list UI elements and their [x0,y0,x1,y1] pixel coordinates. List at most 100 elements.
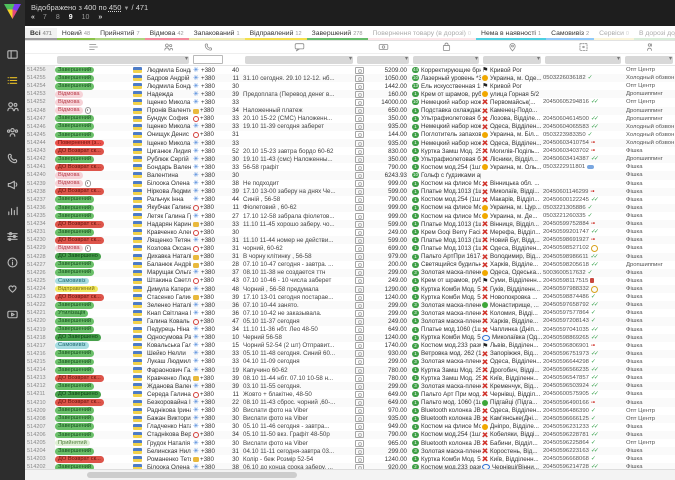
payment-cell[interactable]: 780.00 [355,367,411,374]
order-status-cell[interactable]: Завершений [55,156,131,163]
order-comment[interactable]: 20.10 15-22 (СМС) Наложенн... [243,115,355,122]
ttn-cell[interactable]: 20450603410754-• [543,140,623,146]
client-phone[interactable]: +380 [191,180,225,187]
stats-icon[interactable] [6,204,19,217]
order-id[interactable]: 514244 [25,139,55,147]
delivery-cell[interactable]: Новий Буг, Відд... [481,237,543,244]
order-status-cell[interactable]: Відмова [55,172,131,179]
support-icon[interactable] [6,282,19,295]
client-name[interactable]: Ральчук Інна [145,196,191,203]
client-phone[interactable]: +380 [191,342,225,349]
products-cell[interactable]: 10Лазерный уровень *3196* (1шт... [411,75,481,82]
order-id[interactable]: 514211 [25,390,55,398]
order-id[interactable]: 514209 [25,407,55,415]
table-row[interactable]: 514229 Відмова Козлова Оксана +380 31 чо… [25,244,675,252]
page-9[interactable]: 9 [69,14,73,21]
client-name[interactable]: Бундук София [145,115,191,122]
col-phone[interactable] [191,42,225,52]
products-cell[interactable]: 1Светящийся будильник-хамеле... [411,261,481,268]
order-status-cell[interactable]: Відправлений [55,286,131,293]
table-row[interactable]: 514203 ДО Возврат ск... Романенко Тетяна… [25,455,675,463]
client-name[interactable]: Педурець Ніна [145,326,191,333]
table-row[interactable]: 514214 Завершений Фараонович Галина +380… [25,366,675,374]
table-row[interactable]: 514217 Самовивіз Ковальська Галина +380 … [25,342,675,350]
order-id[interactable]: 514217 [25,342,55,350]
client-phone[interactable]: +380 [191,204,225,211]
delivery-cell[interactable]: Львів, Відділен... [481,342,543,349]
tab-Новий[interactable]: Новий48 [57,28,95,40]
payment-cell[interactable]: 299.00 [355,310,411,317]
order-id[interactable]: 514245 [25,131,55,139]
client-phone[interactable]: +380 [191,91,225,98]
table-row[interactable]: 514239 Відмова Білоока Олена Петр... +38… [25,180,675,188]
clients-icon[interactable] [6,100,19,113]
ttn-cell[interactable]: 20450596668068✓ [543,456,623,462]
order-id[interactable]: 514236 [25,204,55,212]
ttn-cell[interactable]: 20450598986611✓✓ [543,254,623,260]
order-comment[interactable]: 05.10 11-37 сегодня [243,318,355,325]
ttn-cell[interactable]: 20450596486390✓ [543,408,623,414]
client-name[interactable]: Іщенко Микола [145,123,191,130]
order-id[interactable]: 514212 [25,382,55,390]
order-id[interactable]: 514226 [25,269,55,277]
client-name[interactable]: Пронів Валентин [145,107,191,114]
ttn-cell[interactable]: 20450604614500✓✓ [543,116,623,122]
table-row[interactable]: 514245 Завершений Онищук Денис Сергі... … [25,131,675,139]
order-status-cell[interactable]: Завершений [55,229,131,236]
client-name[interactable]: Баланюк Андрій [145,261,191,268]
client-name[interactable]: Онищук Денис Сергі... [145,131,191,138]
payment-cell[interactable]: 650.00 [355,107,411,114]
order-comment[interactable]: 11.10 11-36 нбт. Лео 48-50 [243,326,355,333]
products-cell[interactable]: 1Платье Мод.1013 (1шт. х 599.00... [411,237,481,244]
col-client[interactable] [145,42,191,52]
payment-cell[interactable]: 930.00 [355,350,411,357]
order-id[interactable]: 514222 [25,301,55,309]
order-id[interactable]: 514213 [25,374,55,382]
delivery-cell[interactable]: Харків, Відділе... [481,318,543,325]
order-status-cell[interactable]: Завершений [55,196,131,203]
order-status-cell[interactable]: Завершений [55,383,131,390]
payment-cell[interactable]: 935.00 [355,415,411,422]
order-comment[interactable]: Черний 56-58 [243,334,355,341]
order-status-cell[interactable]: ДО Возврат ск... [55,164,131,171]
products-cell[interactable]: 1Ветровка мод. 262 (1шт. х 930.0... [411,350,481,357]
table-row[interactable]: 514226 Завершений Марущак Ольга Іва... +… [25,269,675,277]
client-name[interactable]: Надежда [145,91,191,98]
payment-cell[interactable]: 144.00 [355,131,411,138]
delivery-cell[interactable]: Украина, м. Біл... [481,131,543,138]
products-cell[interactable]: 1Пальто мод. 1060 (1шт. х 649.00... [411,399,481,406]
video-icon[interactable] [6,308,19,321]
payment-cell[interactable]: 200.00 [355,261,411,268]
order-comment[interactable]: 31.10 сегодня. 29.10 12-12. нб... [243,75,355,82]
order-comment[interactable]: Вислати фото на Viber [243,415,355,422]
order-status-cell[interactable]: Завершений [55,123,131,130]
ttn-cell[interactable]: 20450596751973✓✓ [543,351,623,357]
order-id[interactable]: 514220 [25,317,55,325]
products-cell[interactable]: 1Куртка Замш Мод. 250 (1шт. х 7... [411,375,481,382]
delivery-cell[interactable]: Лозова, Відділе... [481,115,543,122]
client-phone[interactable]: +380 [191,294,225,301]
products-cell[interactable]: 1Куртка Комби Мод. 5188 (1шт. х... [411,334,481,341]
tab-Завершений[interactable]: Завершений278 [307,28,368,40]
order-id[interactable]: 514252 [25,98,55,106]
order-id[interactable]: 514235 [25,212,55,220]
order-status-cell[interactable]: Завершений [55,448,131,455]
payment-cell[interactable]: 6243.93 [355,172,411,179]
ttn-cell[interactable]: 0503223983350✓ [543,132,623,138]
order-comment[interactable]: 04.10 11-11 сегодня-завтра 03... [243,448,355,455]
order-status-cell[interactable]: Завершений [55,132,131,139]
client-name[interactable]: Білоока Олена Петр... [145,180,191,187]
client-name[interactable]: Козлова Оксана [145,245,191,252]
tab-Відмова[interactable]: Відмова42 [145,28,189,40]
products-cell[interactable]: 1Золотая маска-пленка GOLD C... [411,318,481,325]
order-comment[interactable]: 05.10 11-46 сегодня - завтра... [243,423,355,430]
payment-cell[interactable]: 1240.00 [355,294,411,301]
table-row[interactable]: 514222 Завершений Зеленко Наталія Па... … [25,301,675,309]
table-row[interactable]: 514253 Відмова Надежда +380 39 Предоплат… [25,90,675,98]
order-comment[interactable]: Вислати фото на Viber [243,407,355,414]
products-cell[interactable]: 1Крем от шрамов, рубцов, акне, ... [411,277,481,284]
order-id[interactable]: 514237 [25,196,55,204]
client-name[interactable]: Жданова Валентина [145,383,191,390]
ttn-cell[interactable]: 20450603414387✓✓ [543,156,623,162]
client-name[interactable]: Лященко Тетяна Іва... [145,237,191,244]
